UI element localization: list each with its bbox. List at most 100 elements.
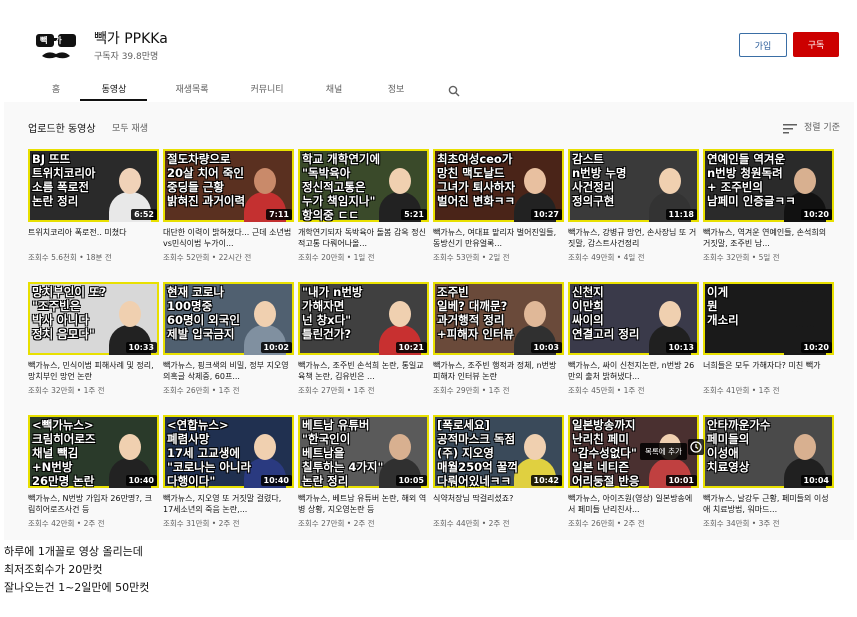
subscriber-count: 구독자 39.8만명	[94, 52, 159, 62]
video-card[interactable]: 감스트 n번방 누명 사건정리 정의구현 11:18 빽가뉴스, 강병규 망언, 손…	[568, 149, 699, 263]
tab-about[interactable]: 정보	[382, 82, 410, 95]
video-title[interactable]: 빽가뉴스, 역겨운 연예인들, 손석희의 거짓말, 조주빈 남...	[703, 227, 834, 249]
video-thumbnail[interactable]: "내가 n번방 가해자면 넌 창x다" 틀린건가? 10:21	[298, 282, 429, 355]
video-thumbnail[interactable]: 절도차량으로 20살 치어 죽인 중딩들 근황 밝혀진 과거이력 7:11	[163, 149, 294, 222]
video-card[interactable]: 현재 코로나 100명중 60명이 외국인 제발 입국금지 10:02 빽가뉴스, …	[163, 282, 294, 396]
video-thumbnail[interactable]: 현재 코로나 100명중 60명이 외국인 제발 입국금지 10:02	[163, 282, 294, 355]
channel-avatar[interactable]: 빽가	[32, 22, 80, 70]
thumbnail-caption: 현재 코로나 100명중 60명이 외국인 제발 입국금지	[167, 285, 240, 341]
video-duration: 10:21	[395, 342, 427, 353]
thumbnail-caption: 최초여성ceo가 망친 맥도날드 그녀가 퇴사하자 벌어진 변화ㅋㅋ	[437, 152, 516, 208]
video-title[interactable]: 트위치코리아 폭로전.. 미쳤다	[28, 227, 159, 249]
video-title[interactable]: 빽가뉴스, 민식이법 피해사례 및 정리, 망치부인 망언 논란	[28, 360, 159, 382]
video-duration: 10:42	[530, 475, 562, 486]
video-card[interactable]: 베트남 유튜버 "한국인이 베트남을 칠투하는 4가지" 논란 정리 10:05 빽…	[298, 415, 429, 529]
video-thumbnail[interactable]: <빽가뉴스> 크림히어로즈 채널 빽김 +N번방 26만명 논란 10:40	[28, 415, 159, 488]
video-thumbnail[interactable]: 조주빈 일베? 대깨문? 과거행적 정리 +피해자 인터뷰 10:03	[433, 282, 564, 355]
video-title[interactable]: 빽가뉴스, 날강두 근황, 페미들의 이성애 치료방법, 워마드...	[703, 493, 834, 515]
video-card[interactable]: <연합뉴스> 폐렴사망 17세 고교생에 "코로나는 아니라 다행이다" 10:4…	[163, 415, 294, 529]
video-title[interactable]: 빽가뉴스, 강병규 망언, 손사장님 또 거짓말, 감스트사건정리	[568, 227, 699, 249]
video-title[interactable]: 빽가뉴스, 싸이 신천지논란, n번방 26만의 출처 밝혀냈다...	[568, 360, 699, 382]
video-card[interactable]: 연예인들 역겨운 n번방 청원독려 + 조주빈의 남페미 인증글ㅋㅋ 10:20 빽…	[703, 149, 834, 263]
video-card[interactable]: 망치부인이 또? "조주빈은 박사 아니다 정치 음모다" 10:33 빽가뉴스, …	[28, 282, 159, 396]
video-title[interactable]: 빽가뉴스, 베트남 유튜버 논란, 해외 역병 상황, 지오영논란 등	[298, 493, 429, 515]
video-thumbnail[interactable]: 연예인들 역겨운 n번방 청원독려 + 조주빈의 남페미 인증글ㅋㅋ 10:20	[703, 149, 834, 222]
tab-community[interactable]: 커뮤니티	[239, 82, 295, 95]
search-icon[interactable]	[448, 82, 460, 101]
video-title[interactable]: 식약처장님 딱걸리셨죠?	[433, 493, 564, 515]
caption-line: 잘나오는건 1~2일만에 50만컷	[4, 581, 150, 594]
thumbnail-caption: 이게 뭔 개소리	[707, 285, 739, 327]
tab-channels[interactable]: 채널	[316, 82, 352, 95]
youtube-channel-page: 빽가 빽가 PPKKa 구독자 39.8만명 가입 구독 홈 동영상 재생목록 …	[4, 2, 854, 540]
video-duration: 10:20	[800, 342, 832, 353]
caption-line: 하루에 1개꼴로 영상 올리는데	[4, 545, 143, 558]
video-card[interactable]: 이게 뭔 개소리 10:20 너희들은 모두 가해자다? 미친 빽가조회수 41만회…	[703, 282, 834, 396]
join-button[interactable]: 가입	[739, 33, 787, 57]
video-title[interactable]: 빽가뉴스, 지오영 또 거짓말 걸렸다, 17세소년의 죽음 논란,...	[163, 493, 294, 515]
video-card[interactable]: [폭로세요] 공적마스크 독점 (주) 지오영 매월250억 꿀꺽 다뤄어있네ㅋ…	[433, 415, 564, 529]
section-title: 업로드한 동영상	[28, 124, 96, 135]
thumbnail-caption: 조주빈 일베? 대깨문? 과거행적 정리 +피해자 인터뷰	[437, 285, 515, 341]
video-card[interactable]: BJ 뜨뜨 트위치코리아 소름 폭로전 논란 정리 6:52 트위치코리아 폭로전.…	[28, 149, 159, 263]
video-thumbnail[interactable]: 베트남 유튜버 "한국인이 베트남을 칠투하는 4가지" 논란 정리 10:05	[298, 415, 429, 488]
sort-button[interactable]: 정렬 기준	[804, 120, 840, 133]
video-thumbnail[interactable]: 학교 개학연기에 "독박육아 정신적고통은 누가 책임지나" 항의중 ㄷㄷ 5:2…	[298, 149, 429, 222]
channel-name: 빽가 PPKKa	[94, 31, 168, 47]
tab-home[interactable]: 홈	[48, 82, 64, 95]
thumbnail-caption: <빽가뉴스> 크림히어로즈 채널 빽김 +N번방 26만명 논란	[32, 418, 96, 488]
tab-videos[interactable]: 동영상	[86, 82, 142, 95]
video-thumbnail[interactable]: <연합뉴스> 폐렴사망 17세 고교생에 "코로나는 아니라 다행이다" 10:4…	[163, 415, 294, 488]
video-title[interactable]: 빽가뉴스, 핑크색의 비밀, 정부 지오영 의혹글 삭제중, 60프...	[163, 360, 294, 382]
sort-icon[interactable]	[783, 119, 797, 138]
channel-header: 빽가 빽가 PPKKa 구독자 39.8만명 가입 구독 홈 동영상 재생목록 …	[4, 2, 854, 102]
thumbnail-caption: 학교 개학연기에 "독박육아 정신적고통은 누가 책임지나" 항의중 ㄷㄷ	[302, 152, 381, 222]
video-duration: 10:33	[125, 342, 157, 353]
video-thumbnail[interactable]: BJ 뜨뜨 트위치코리아 소름 폭로전 논란 정리 6:52	[28, 149, 159, 222]
video-thumbnail[interactable]: 감스트 n번방 누명 사건정리 정의구현 11:18	[568, 149, 699, 222]
video-duration: 10:04	[800, 475, 832, 486]
caption: 하루에 1개꼴로 영상 올리는데 최저조회수가 20만컷 잘나오는건 1~2일만…	[4, 543, 149, 597]
video-meta: 조회수 45만회 • 1주 전	[568, 386, 645, 395]
thumbnail-caption: 신천지 이만희 싸이의 연결고리 정리	[572, 285, 640, 341]
video-card[interactable]: 신천지 이만희 싸이의 연결고리 정리 10:13 빽가뉴스, 싸이 신천지논란, …	[568, 282, 699, 396]
video-card[interactable]: 절도차량으로 20살 치어 죽인 중딩들 근황 밝혀진 과거이력 7:11 대단한 …	[163, 149, 294, 263]
video-duration: 10:13	[665, 342, 697, 353]
video-card[interactable]: 학교 개학연기에 "독박육아 정신적고통은 누가 책임지나" 항의중 ㄷㄷ 5:2…	[298, 149, 429, 263]
video-thumbnail[interactable]: 신천지 이만희 싸이의 연결고리 정리 10:13	[568, 282, 699, 355]
video-thumbnail[interactable]: 망치부인이 또? "조주빈은 박사 아니다 정치 음모다" 10:33	[28, 282, 159, 355]
play-all-link[interactable]: 모두 재생	[112, 121, 148, 134]
video-meta: 조회수 53만회 • 2일 전	[433, 253, 510, 262]
clock-icon[interactable]	[688, 439, 704, 455]
video-title[interactable]: 대단한 이력이 밝혀졌다... 근데 소년법vs민식이법 누가이...	[163, 227, 294, 249]
video-title[interactable]: 너희들은 모두 가해자다? 미친 빽가	[703, 360, 834, 382]
video-thumbnail[interactable]: [폭로세요] 공적마스크 독점 (주) 지오영 매월250억 꿀꺽 다뤄어있네ㅋ…	[433, 415, 564, 488]
subscribe-button[interactable]: 구독	[793, 32, 839, 57]
video-title[interactable]: 빽가뉴스, 여대표 맡리자 벌어진일들, 동방신기 만유얼록...	[433, 227, 564, 249]
video-title[interactable]: 개학연기되자 독박육아 돌봄 감옥 정신적고통 다뤄어나올...	[298, 227, 429, 249]
tab-playlists[interactable]: 재생목록	[164, 82, 220, 95]
thumbnail-caption: BJ 뜨뜨 트위치코리아 소름 폭로전 논란 정리	[32, 152, 96, 208]
video-title[interactable]: 빽가뉴스, 조주빈 손석희 논란, 통일교육책 논란, 김유빈은 ...	[298, 360, 429, 382]
video-meta: 조회수 32만회 • 5일 전	[703, 253, 780, 262]
thumbnail-caption: 연예인들 역겨운 n번방 청원독려 + 조주빈의 남페미 인증글ㅋㅋ	[707, 152, 796, 208]
video-card[interactable]: 안타까운가수 페미들의 이성애 치료영상 10:04 빽가뉴스, 날강두 근황, 페…	[703, 415, 834, 529]
video-card[interactable]: "내가 n번방 가해자면 넌 창x다" 틀린건가? 10:21 빽가뉴스, 조주빈 …	[298, 282, 429, 396]
video-title[interactable]: 빽가뉴스, 아이즈원(영상) 일본방송에서 페미들 난리친사...	[568, 493, 699, 515]
video-duration: 10:20	[800, 209, 832, 220]
video-title[interactable]: 빽가뉴스, 조주빈 행적과 정체, n번방 피해자 인터뷰 논란	[433, 360, 564, 382]
video-card[interactable]: <빽가뉴스> 크림히어로즈 채널 빽김 +N번방 26만명 논란 10:40 빽가뉴…	[28, 415, 159, 529]
video-title[interactable]: 빽가뉴스, N번방 가입자 26만명?, 크림히어로즈사건 등	[28, 493, 159, 515]
video-thumbnail[interactable]: 안타까운가수 페미들의 이성애 치료영상 10:04	[703, 415, 834, 488]
video-meta: 조회수 27만회 • 1주 전	[298, 386, 375, 395]
thumbnail-caption: 안타까운가수 페미들의 이성애 치료영상	[707, 418, 771, 474]
thumbnail-caption: 망치부인이 또? "조주빈은 박사 아니다 정치 음모다"	[32, 285, 107, 341]
video-meta: 조회수 41만회 • 1주 전	[703, 386, 780, 395]
video-card[interactable]: 조주빈 일베? 대깨문? 과거행적 정리 +피해자 인터뷰 10:03 빽가뉴스, …	[433, 282, 564, 396]
video-card[interactable]: 일본방송까지 난리친 페미 "감수성없다" 일본 네티즌 어리둥절 반응 10:0…	[568, 415, 699, 529]
video-meta: 조회수 52만회 • 22시간 전	[163, 253, 252, 262]
video-thumbnail[interactable]: 최초여성ceo가 망친 맥도날드 그녀가 퇴사하자 벌어진 변화ㅋㅋ 10:27	[433, 149, 564, 222]
video-duration: 10:40	[260, 475, 292, 486]
video-thumbnail[interactable]: 이게 뭔 개소리 10:20	[703, 282, 834, 355]
video-card[interactable]: 최초여성ceo가 망친 맥도날드 그녀가 퇴사하자 벌어진 변화ㅋㅋ 10:27 빽…	[433, 149, 564, 263]
